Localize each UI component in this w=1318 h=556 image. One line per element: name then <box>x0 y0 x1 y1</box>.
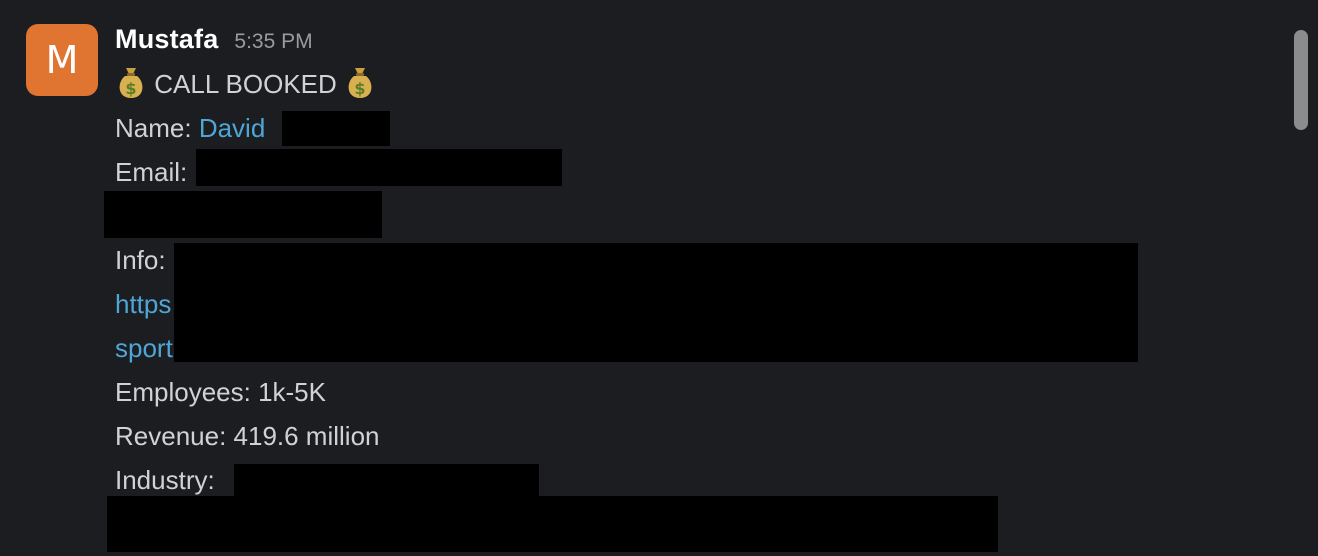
name-label: Name: <box>115 113 192 143</box>
redaction-box <box>104 191 382 238</box>
info-link[interactable]: https <box>115 289 171 319</box>
email-line: Email: <box>115 156 187 188</box>
message-title: $ CALL BOOKED $ <box>115 64 376 100</box>
message-header: Mustafa 5:35 PM <box>115 24 313 60</box>
info-label: Info: <box>115 245 166 275</box>
redaction-box <box>282 111 390 146</box>
name-line: Name: David <box>115 112 265 144</box>
info-link-line-2: sport <box>115 332 173 364</box>
avatar-letter: M <box>45 38 79 82</box>
redaction-box <box>196 149 562 186</box>
message-timestamp[interactable]: 5:35 PM <box>234 30 312 54</box>
email-label: Email: <box>115 157 188 187</box>
redaction-box <box>234 464 539 496</box>
title-text: CALL BOOKED <box>154 69 337 99</box>
revenue-line: Revenue: 419.6 million <box>115 421 380 451</box>
slack-message-view: M Mustafa 5:35 PM $ CALL BOOKED $ Name: … <box>0 0 1318 556</box>
industry-label: Industry: <box>115 465 215 495</box>
redaction-box <box>107 496 998 552</box>
svg-text:$: $ <box>354 79 365 98</box>
info-line: Info: <box>115 244 166 276</box>
sender-name[interactable]: Mustafa <box>115 24 218 55</box>
avatar[interactable]: M <box>26 24 98 96</box>
info-link-continued[interactable]: sport <box>115 333 173 363</box>
name-link[interactable]: David <box>199 113 265 143</box>
industry-line: Industry: <box>115 464 215 496</box>
employees-line: Employees: 1k-5K <box>115 377 326 407</box>
money-bag-icon: $ <box>348 68 372 98</box>
info-link-line-1: https <box>115 288 171 320</box>
svg-text:$: $ <box>125 79 136 98</box>
scrollbar[interactable] <box>1294 30 1308 130</box>
redaction-box <box>174 243 1138 362</box>
money-bag-icon: $ <box>119 68 143 98</box>
